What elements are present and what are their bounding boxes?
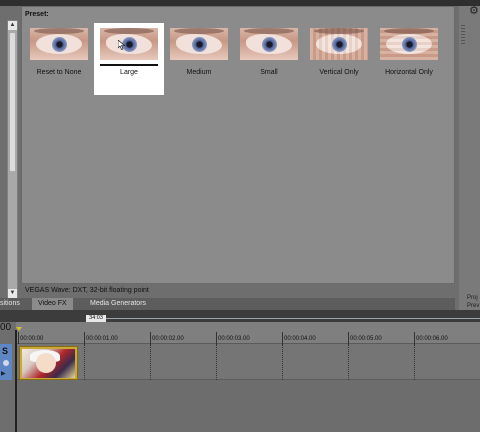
ruler-tick xyxy=(348,332,349,344)
plugin-status-text: VEGAS Wave: DXT, 32-bit floating point xyxy=(25,287,149,294)
gear-icon[interactable]: ⚙ xyxy=(469,6,479,17)
preset-panel: Preset: Reset to None Large Medium Small… xyxy=(21,6,455,284)
preset-thumbnail xyxy=(310,28,368,60)
right-panel-label-project[interactable]: Proj xyxy=(467,295,478,301)
panel-grip-handle[interactable] xyxy=(461,24,465,44)
grid-line xyxy=(216,344,217,380)
preset-label: Horizontal Only xyxy=(385,69,433,76)
preset-header: Preset: xyxy=(25,11,49,18)
scroll-down-arrow-icon[interactable]: ▼ xyxy=(8,289,17,298)
ruler-tick-label: 00:00:00 xyxy=(20,336,44,342)
preset-large[interactable]: Large xyxy=(94,23,164,95)
preset-thumbnail xyxy=(170,28,228,60)
right-side-panel xyxy=(459,6,480,312)
grid-line xyxy=(348,344,349,380)
window-tabs: sitions Video FX Media Generators xyxy=(0,298,455,310)
preset-list: Reset to None Large Medium Small Vertica… xyxy=(22,23,456,95)
ruler-tick-label: 00:00:03.00 xyxy=(218,336,250,342)
preset-scrollbar[interactable]: ▲ ▼ xyxy=(7,20,18,299)
ruler-tick-label: 00:00:01.00 xyxy=(86,336,118,342)
ruler-tick-label: 00:00:06.00 xyxy=(416,336,448,342)
loop-region-line xyxy=(106,318,480,319)
ruler-tick xyxy=(414,332,415,344)
grid-line xyxy=(414,344,415,380)
ruler-tick-label: 00:00:02.00 xyxy=(152,336,184,342)
grid-line xyxy=(150,344,151,380)
ruler-tick xyxy=(150,332,151,344)
preset-medium[interactable]: Medium xyxy=(164,23,234,95)
preset-vertical-only[interactable]: Vertical Only xyxy=(304,23,374,95)
clip-thumbnail xyxy=(22,349,75,378)
time-ruler[interactable]: 00:00:00 00:00:01.00 00:00:02.00 00:00:0… xyxy=(16,322,480,344)
preset-reset-to-none[interactable]: Reset to None xyxy=(24,23,94,95)
video-track[interactable] xyxy=(16,344,480,380)
video-clip[interactable] xyxy=(19,346,78,380)
ruler-tick-label: 00:00:05.00 xyxy=(350,336,382,342)
right-panel-label-preview[interactable]: Prev xyxy=(467,303,479,309)
preset-horizontal-only[interactable]: Horizontal Only xyxy=(374,23,444,95)
preset-label: Medium xyxy=(186,69,212,76)
tab-transitions[interactable]: sitions xyxy=(0,298,26,310)
preset-label: Small xyxy=(260,69,278,76)
preset-thumbnail xyxy=(240,28,298,60)
preset-thumbnail xyxy=(380,28,438,60)
scrollbar-thumb[interactable] xyxy=(9,32,16,172)
ruler-tick xyxy=(216,332,217,344)
preset-label: Vertical Only xyxy=(319,69,359,76)
preset-label: Reset to None xyxy=(36,69,82,76)
tab-media-generators[interactable]: Media Generators xyxy=(84,298,152,310)
scroll-up-arrow-icon[interactable]: ▲ xyxy=(8,21,17,30)
mouse-cursor-icon xyxy=(118,40,126,50)
ruler-tick xyxy=(282,332,283,344)
ruler-tick-label: 00:00:04.00 xyxy=(284,336,316,342)
track-header[interactable]: S ▶ xyxy=(0,344,12,380)
tab-video-fx[interactable]: Video FX xyxy=(32,298,73,310)
track-expand-icon[interactable]: ▶ xyxy=(1,370,6,377)
selection-underline xyxy=(100,64,158,66)
grid-line xyxy=(282,344,283,380)
cursor-time-label[interactable]: 34:03 xyxy=(86,315,106,322)
timeline-marker-bar xyxy=(0,310,480,322)
track-compositing-icon[interactable] xyxy=(3,360,9,366)
timecode-display: 00 xyxy=(0,322,12,333)
preset-thumbnail xyxy=(100,28,158,60)
grid-line xyxy=(84,344,85,380)
solo-button[interactable]: S xyxy=(2,346,8,356)
ruler-tick xyxy=(84,332,85,344)
playhead-cursor[interactable] xyxy=(15,330,17,432)
preset-label: Large xyxy=(120,69,138,76)
preset-small[interactable]: Small xyxy=(234,23,304,95)
preset-thumbnail xyxy=(30,28,88,60)
ruler-tick xyxy=(18,332,19,344)
